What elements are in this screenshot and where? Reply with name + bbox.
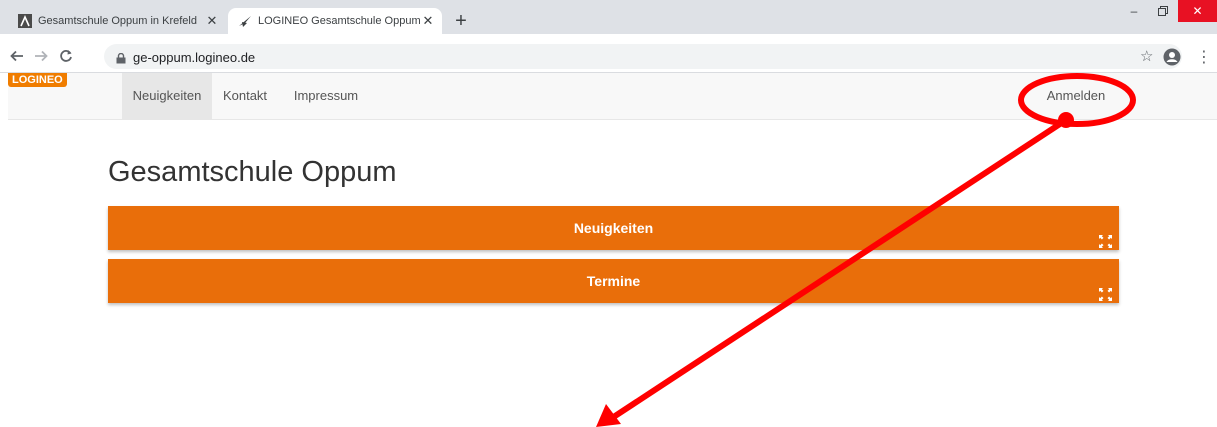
lock-icon[interactable]: [116, 51, 126, 64]
account-icon[interactable]: [1163, 48, 1181, 66]
panel-events[interactable]: Termine: [108, 259, 1119, 303]
star-icon[interactable]: ☆: [1140, 47, 1153, 65]
tab-title: LOGINEO Gesamtschule Oppum: [258, 15, 420, 27]
close-tab-icon[interactable]: ✕: [420, 13, 436, 29]
close-tab-icon[interactable]: ✕: [204, 13, 220, 29]
tab-title: Gesamtschule Oppum in Krefeld: [38, 15, 197, 27]
annotation-arrowhead: [596, 404, 621, 427]
panel-news[interactable]: Neuigkeiten: [108, 206, 1119, 250]
expand-icon[interactable]: [1099, 274, 1112, 301]
logineo-favicon-icon: [238, 14, 252, 28]
panel-label: Neuigkeiten: [573, 220, 654, 236]
logineo-logo[interactable]: LOGINEO: [8, 73, 67, 87]
new-tab-button[interactable]: +: [451, 11, 471, 31]
login-link[interactable]: Anmelden: [1040, 73, 1112, 119]
site-favicon-icon: [18, 14, 32, 28]
restore-icon[interactable]: [1153, 0, 1173, 22]
back-arrow-icon[interactable]: [8, 47, 26, 65]
nav-item-contact[interactable]: Kontakt: [216, 73, 274, 119]
page-title: Gesamtschule Oppum: [108, 156, 397, 188]
minimize-icon[interactable]: –: [1124, 0, 1144, 22]
address-bar[interactable]: [104, 44, 1182, 69]
window-close-icon[interactable]: ✕: [1178, 0, 1217, 22]
expand-icon[interactable]: [1099, 221, 1112, 248]
browser-tab-gesamtschule[interactable]: Gesamtschule Oppum in Krefeld ✕: [8, 8, 226, 34]
nav-item-news[interactable]: Neuigkeiten: [122, 73, 212, 119]
address-url[interactable]: ge-oppum.logineo.de: [133, 50, 255, 65]
forward-arrow-icon[interactable]: [32, 47, 50, 65]
menu-icon[interactable]: ⋮: [1196, 47, 1212, 67]
browser-tab-logineo[interactable]: LOGINEO Gesamtschule Oppum ✕: [228, 8, 442, 34]
reload-icon[interactable]: [57, 47, 75, 65]
panel-label: Termine: [586, 273, 641, 289]
nav-item-imprint[interactable]: Impressum: [290, 73, 362, 119]
